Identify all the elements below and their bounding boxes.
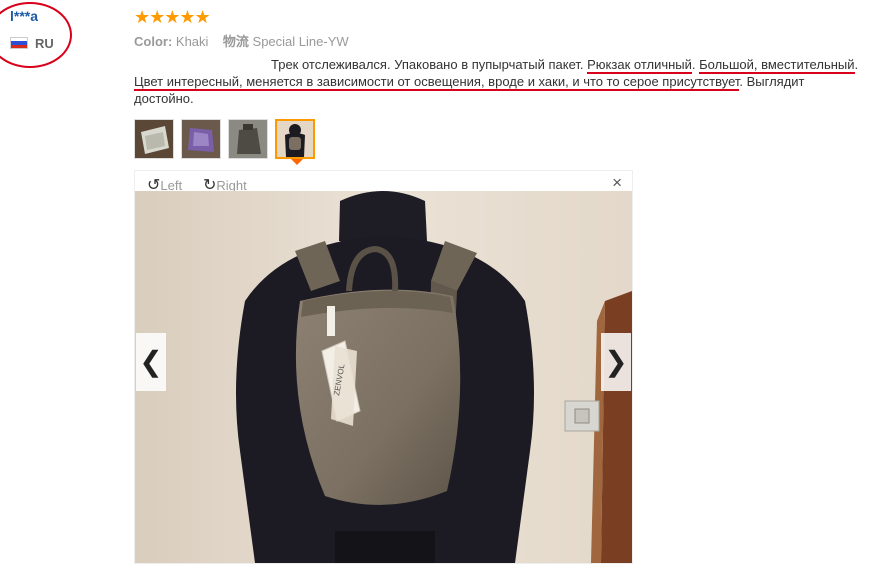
shipping-value: Special Line-YW	[252, 34, 349, 49]
next-image-button[interactable]: ❯	[601, 333, 631, 391]
thumbnail-backpack-on-mannequin[interactable]	[275, 119, 315, 159]
review-text-part: .	[854, 57, 859, 72]
thumbnail-bubble-wrap-package[interactable]	[134, 119, 174, 159]
close-icon[interactable]: ×	[612, 173, 622, 193]
selected-thumbnail-indicator	[291, 159, 303, 165]
color-label: Color:	[134, 34, 173, 49]
thumbnail-purple-package[interactable]	[181, 119, 221, 159]
underlined-phrase: Цвет интересный, меняется в зависимости …	[134, 74, 740, 91]
review-text-part: . Выглядит	[739, 74, 805, 89]
review-text-part: достойно.	[134, 91, 194, 106]
underlined-phrase: Рюкзак отличный	[587, 57, 692, 74]
color-value: Khaki	[175, 34, 209, 49]
image-viewer: ↺Left ↻Right × ZENVOL ❮ ❯	[134, 170, 633, 564]
review-meta: Color: Khaki 物流 Special Line-YW	[134, 31, 349, 50]
review-text-part: Трек отслеживался. Упаковано в пупырчаты…	[271, 57, 588, 72]
review-photo: ZENVOL	[135, 191, 632, 563]
rating-stars: ★★★★★	[134, 7, 211, 27]
thumbnail-backpack-gray[interactable]	[228, 119, 268, 159]
underlined-phrase: Большой, вместительный	[699, 57, 855, 74]
shipping-label: 物流	[222, 34, 249, 49]
highlight-circle	[0, 2, 72, 68]
previous-image-button[interactable]: ❮	[136, 333, 166, 391]
review-text: Трек отслеживался. Упаковано в пупырчаты…	[134, 56, 894, 107]
